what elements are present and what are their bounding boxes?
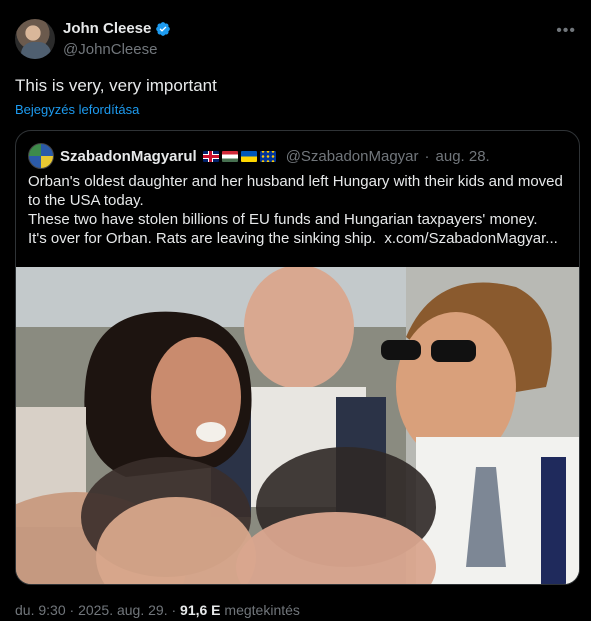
quoted-text-line: Orban's oldest daughter and her husband … xyxy=(28,173,563,209)
view-count: 91,6 E xyxy=(180,602,221,618)
author-display-name[interactable]: John Cleese xyxy=(63,20,151,37)
eu-flag-icon xyxy=(259,150,276,162)
more-options-icon[interactable]: ••• xyxy=(556,22,576,40)
quoted-author-avatar[interactable] xyxy=(28,143,54,169)
quoted-post-link[interactable]: x.com/SzabadonMagyar... xyxy=(384,230,557,247)
quoted-text-line: These two have stolen billions of EU fun… xyxy=(28,211,538,228)
author-handle[interactable]: @JohnCleese xyxy=(63,41,157,58)
post-time[interactable]: du. 9:30 xyxy=(15,602,66,618)
hungary-flag-icon xyxy=(221,150,238,162)
post-metadata: du. 9:30 · 2025. aug. 29. · 91,6 E megte… xyxy=(15,602,300,618)
author-avatar[interactable] xyxy=(15,19,55,59)
translate-post-link[interactable]: Bejegyzés lefordítása xyxy=(15,102,139,117)
quoted-text-line-content: It's over for Orban. Rats are leaving th… xyxy=(28,230,377,247)
quoted-author-handle[interactable]: @SzabadonMagyar xyxy=(286,148,419,165)
quoted-text-line: It's over for Orban. Rats are leaving th… xyxy=(28,229,568,248)
meta-separator: · xyxy=(69,602,75,618)
quoted-post-date[interactable]: aug. 28. xyxy=(436,148,490,165)
quoted-post-card[interactable]: SzabadonMagyarul @SzabadonMagyar · aug. … xyxy=(15,130,580,585)
view-count-label: megtekintés xyxy=(224,602,300,618)
quoted-author-name[interactable]: SzabadonMagyarul xyxy=(60,148,197,165)
name-flags xyxy=(202,150,276,162)
uk-flag-icon xyxy=(202,150,219,162)
post-text: This is very, very important xyxy=(15,76,217,95)
quoted-post-header: SzabadonMagyarul @SzabadonMagyar · aug. … xyxy=(28,143,490,169)
quoted-post-text: Orban's oldest daughter and her husband … xyxy=(28,172,568,248)
verified-badge-icon[interactable] xyxy=(155,21,171,37)
author-name-row: John Cleese xyxy=(63,20,171,37)
photo-illustration xyxy=(16,267,579,584)
post-date[interactable]: 2025. aug. 29. xyxy=(78,602,168,618)
meta-separator: · xyxy=(171,602,177,618)
ukraine-flag-icon xyxy=(240,150,257,162)
meta-separator: · xyxy=(424,147,430,165)
quoted-post-photo[interactable] xyxy=(16,267,579,584)
